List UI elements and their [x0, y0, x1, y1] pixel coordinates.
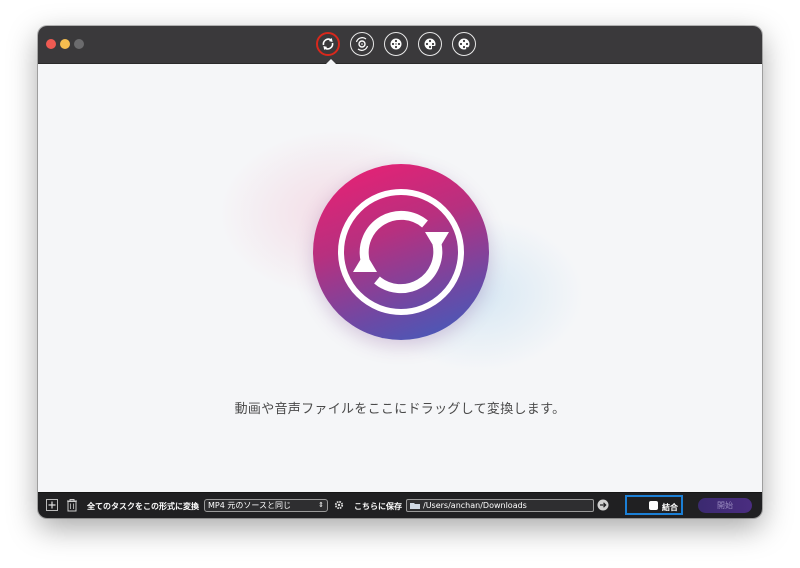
- trash-icon[interactable]: [66, 498, 78, 512]
- app-window: 動画や音声ファイルをここにドラッグして変換します。 全てのタスクをこの形式に変換…: [38, 26, 762, 518]
- dvd-tool-2-button[interactable]: [418, 32, 442, 56]
- output-format-select[interactable]: MP4 元のソースと同じ ⇕: [204, 499, 328, 512]
- save-label: こちらに保存: [354, 502, 402, 511]
- film-reel-icon: [424, 38, 436, 50]
- film-reel-icon: [390, 38, 402, 50]
- convert-icon: [322, 38, 334, 50]
- save-path-value: /Users/anchan/Downloads: [423, 501, 527, 510]
- start-button[interactable]: 開始: [698, 498, 752, 513]
- drop-instruction: 動画や音声ファイルをここにドラッグして変換します。: [234, 402, 566, 417]
- burn-tool-button[interactable]: [350, 32, 374, 56]
- minimize-window-button[interactable]: [60, 39, 70, 49]
- merge-label: 結合: [662, 503, 678, 512]
- updown-chevron-icon: ⇕: [318, 501, 324, 509]
- film-reel-icon: [458, 38, 470, 50]
- add-file-icon[interactable]: [46, 499, 58, 511]
- convert-tool-button[interactable]: [316, 32, 340, 56]
- titlebar: [38, 26, 762, 64]
- arrow-right-circle-icon[interactable]: [597, 499, 609, 511]
- bottom-toolbar: 全てのタスクをこの形式に変換 MP4 元のソースと同じ ⇕ こちらに保存 /Us…: [38, 492, 762, 518]
- convert-arrows-icon: [313, 164, 489, 340]
- gear-icon[interactable]: [333, 499, 345, 511]
- save-path-field[interactable]: /Users/anchan/Downloads: [406, 499, 594, 512]
- output-format-value: MP4 元のソースと同じ: [208, 501, 291, 510]
- disc-arrows-icon: [355, 37, 369, 51]
- dvd-tool-3-button[interactable]: [452, 32, 476, 56]
- maximize-window-button[interactable]: [74, 39, 84, 49]
- merge-checkbox[interactable]: [649, 501, 658, 510]
- merge-option[interactable]: 結合: [625, 495, 683, 515]
- folder-icon: [410, 503, 420, 509]
- drop-zone[interactable]: 動画や音声ファイルをここにドラッグして変換します。: [38, 64, 762, 492]
- format-label: 全てのタスクをこの形式に変換: [87, 502, 199, 511]
- close-window-button[interactable]: [46, 39, 56, 49]
- dvd-tool-1-button[interactable]: [384, 32, 408, 56]
